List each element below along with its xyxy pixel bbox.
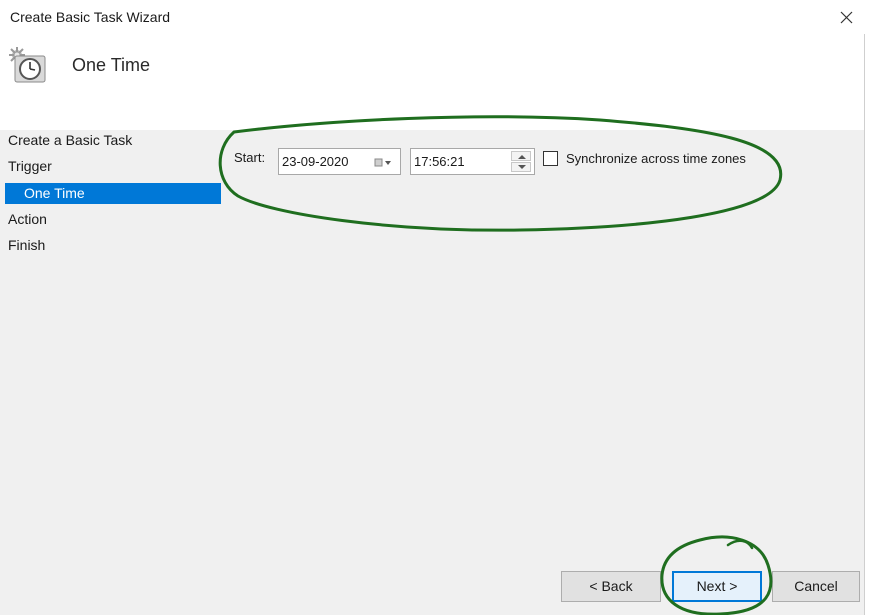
- page-title: One Time: [72, 55, 151, 75]
- wizard-steps: Create a Basic Task Trigger One Time Act…: [0, 130, 222, 615]
- start-label: Start:: [234, 150, 266, 165]
- sync-time-zones-checkbox[interactable]: [543, 151, 558, 166]
- next-button[interactable]: Next >: [672, 571, 762, 602]
- window-edge: [865, 34, 871, 615]
- start-date-value: 23-09-2020: [282, 154, 349, 169]
- annotation-scribble: [726, 539, 754, 550]
- step-action: Action: [8, 211, 47, 227]
- wizard-header: One Time: [0, 34, 864, 130]
- arrow-down-icon: [518, 165, 526, 169]
- sync-time-zones-label[interactable]: Synchronize across time zones: [566, 151, 746, 166]
- step-one-time: One Time: [24, 185, 85, 201]
- back-button[interactable]: < Back: [561, 571, 661, 602]
- step-create-task: Create a Basic Task: [8, 132, 133, 148]
- close-button[interactable]: [832, 4, 860, 30]
- window-title: Create Basic Task Wizard: [10, 9, 171, 25]
- calendar-dropdown-icon[interactable]: [374, 156, 396, 168]
- start-date-picker[interactable]: 23-09-2020: [278, 148, 401, 175]
- step-trigger: Trigger: [8, 158, 52, 174]
- start-time-input[interactable]: 17:56:21: [410, 148, 535, 175]
- close-icon: [840, 11, 853, 24]
- cancel-button[interactable]: Cancel: [772, 571, 860, 602]
- clock-task-icon: [8, 46, 50, 84]
- arrow-up-icon: [518, 155, 526, 159]
- time-spin-up-button[interactable]: [511, 151, 531, 161]
- time-spin-down-button[interactable]: [511, 162, 531, 172]
- step-finish: Finish: [8, 237, 46, 253]
- start-time-value: 17:56:21: [414, 154, 465, 169]
